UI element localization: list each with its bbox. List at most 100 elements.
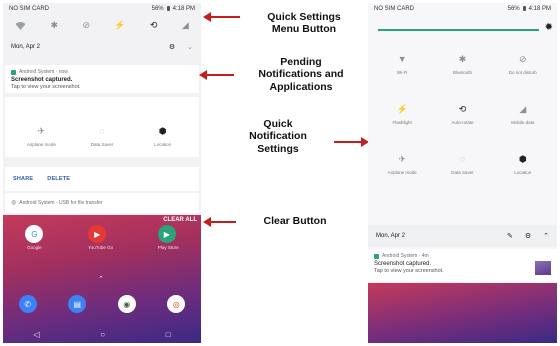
arrow-quick-notification-settings (334, 137, 369, 147)
android-system-icon (11, 69, 16, 75)
share-button[interactable]: SHARE (13, 176, 33, 182)
date-row: Mon, Apr 2 ✎ ⚙ ⌃ (368, 225, 557, 247)
usb-notification[interactable]: ◍ Android System · USB for file transfer (5, 193, 199, 213)
tile-dnd[interactable]: ⊘ Do not disturb (493, 54, 553, 76)
status-bar: NO SIM CARD 56% 4:18 PM (368, 3, 557, 14)
airplane-icon: ✈ (37, 126, 46, 136)
tile-label: Bluetooth (452, 70, 472, 75)
screenshot-thumbnail (535, 261, 551, 275)
tile-label: Do not disturb (508, 70, 537, 75)
wifi-icon[interactable] (15, 21, 26, 30)
quick-tiles-card: ✈ Airplane mode ◌ Data Saver ⬢ Location (5, 97, 199, 157)
messages-icon[interactable]: ▤ (68, 295, 87, 313)
wifi-icon: ▼ (397, 54, 407, 64)
tile-airplane[interactable]: ✈ Airplane mode (17, 126, 65, 148)
date-label: Mon, Apr 2 (376, 233, 406, 239)
carrier-label: NO SIM CARD (374, 5, 415, 12)
battery-percent: 56% (151, 5, 164, 12)
android-system-icon (374, 253, 379, 259)
settings-gear-icon[interactable]: ⚙ (525, 233, 531, 240)
left-phone-screen: NO SIM CARD 56% 4:18 PM ✱ ⊘ ⚡ ⟲ ◢ Mon, A… (3, 3, 201, 343)
rotate-icon: ⟲ (458, 104, 467, 114)
app-label: Google (27, 245, 42, 250)
tile-label: Location (514, 170, 532, 175)
screenshot-actions: SHARE DELETE (5, 167, 199, 191)
right-phone-screen: NO SIM CARD 56% 4:18 PM ✹ ▼ Wi-Fi ✱ Bluetoo… (368, 3, 557, 343)
dnd-icon: ⊘ (519, 54, 527, 64)
chrome-icon[interactable]: ◎ (167, 295, 186, 313)
tile-bluetooth[interactable]: ✱ Bluetooth (433, 55, 493, 76)
location-icon: ⬢ (518, 154, 527, 164)
mobile-data-icon[interactable]: ◢ (182, 20, 189, 30)
notification-text: Tap to view your screenshot. (11, 84, 81, 90)
recents-icon[interactable]: □ (166, 330, 171, 339)
brightness-slider[interactable] (378, 27, 539, 33)
data-saver-icon: ◌ (459, 154, 466, 164)
home-wallpaper (368, 283, 557, 343)
dnd-icon[interactable]: ⊘ (82, 20, 90, 30)
notification-app: Android System · 4m (382, 253, 429, 259)
tile-airplane[interactable]: ✈ Airplane mode (372, 154, 432, 176)
bluetooth-icon[interactable]: ✱ (51, 20, 59, 30)
tile-label: Airplane mode (26, 142, 56, 147)
airplane-icon: ✈ (398, 154, 406, 164)
app-label: Play Store (157, 245, 179, 250)
tile-label: Data Saver (90, 142, 114, 147)
tile-grid: ✈ Airplane mode ◌ Data Saver ⬢ Location (11, 126, 193, 148)
clear-all-button[interactable]: CLEAR ALL (163, 217, 197, 223)
notification-title: Screenshot captured. (11, 77, 73, 83)
collapse-chevron-icon[interactable]: ⌃ (543, 233, 549, 240)
notification-text: Tap to view your screenshot. (374, 268, 444, 274)
expand-chevron-icon[interactable]: ⌄ (187, 44, 193, 51)
quick-settings-row: ✱ ⊘ ⚡ ⟲ ◢ (3, 17, 201, 33)
app-youtube-go[interactable]: ▶ YouTube Go (88, 225, 113, 250)
tile-data-saver[interactable]: ◌ Data Saver (433, 154, 493, 176)
app-label: YouTube Go (88, 245, 114, 250)
notification-title: Screenshot captured. (374, 261, 432, 267)
date-row: Mon, Apr 2 ⚙ ⌄ (3, 41, 201, 53)
tile-label: Auto-rotate (451, 120, 474, 125)
usb-icon: ◍ (11, 200, 17, 206)
tile-label: Airplane mode (387, 170, 417, 175)
tile-label: Data Saver (451, 170, 474, 175)
notification-app: Android System · now (19, 69, 68, 75)
delete-button[interactable]: DELETE (47, 176, 70, 182)
tile-location[interactable]: ⬢ Location (139, 127, 187, 148)
dock: ✆ ▤ ◉ ◎ (3, 295, 201, 313)
app-drawer-chevron-icon[interactable]: ⌃ (98, 275, 104, 283)
home-wallpaper: CLEAR ALL G Google ▶ YouTube Go ▶ Play S… (3, 215, 201, 343)
rotate-icon[interactable]: ⟲ (150, 20, 158, 30)
camera-icon[interactable]: ◉ (117, 295, 136, 313)
flashlight-icon[interactable]: ⚡ (114, 20, 125, 30)
edit-pencil-icon[interactable]: ✎ (507, 233, 513, 240)
screenshot-notification[interactable]: Android System · 4m Screenshot captured.… (368, 249, 557, 281)
tile-rotate[interactable]: ⟲ Auto-rotate (433, 104, 493, 126)
quick-tiles-grid: ▼ Wi-Fi ✱ Bluetooth ⊘ Do not disturb ⚡ Flashlig… (372, 54, 553, 176)
settings-gear-icon[interactable]: ⚙ (169, 44, 175, 51)
battery-percent: 56% (507, 5, 520, 12)
tile-label: Location (154, 142, 172, 147)
tile-wifi[interactable]: ▼ Wi-Fi (372, 54, 432, 76)
screenshot-notification[interactable]: Android System · now Screenshot captured… (5, 65, 199, 93)
google-folder-icon: G (25, 225, 44, 243)
data-saver-icon: ◌ (99, 126, 105, 136)
tile-data-saver[interactable]: ◌ Data Saver (78, 126, 126, 148)
date-label: Mon, Apr 2 (11, 44, 41, 50)
tile-mobile-data[interactable]: ◢ Mobile data (493, 105, 553, 126)
carrier-label: NO SIM CARD (9, 5, 50, 12)
tile-flashlight[interactable]: ⚡ Flashlight (372, 104, 432, 126)
arrow-quick-settings-menu (203, 12, 240, 22)
app-play-store[interactable]: ▶ Play Store (157, 225, 179, 250)
phone-icon[interactable]: ✆ (18, 295, 37, 313)
brightness-thumb-icon[interactable]: ✹ (545, 23, 553, 33)
flashlight-icon: ⚡ (396, 104, 408, 114)
callout-quick-notification-settings: Quick Notification Settings (249, 118, 307, 155)
clock: 4:18 PM (528, 5, 551, 12)
usb-notification-text: Android System · USB for file transfer (19, 200, 103, 206)
app-google[interactable]: G Google (25, 225, 44, 250)
clock: 4:18 PM (172, 5, 195, 12)
tile-location[interactable]: ⬢ Location (493, 154, 553, 176)
status-bar: NO SIM CARD 56% 4:18 PM (3, 3, 201, 14)
back-icon[interactable]: ◁ (33, 330, 39, 339)
home-icon[interactable]: ○ (100, 330, 105, 339)
